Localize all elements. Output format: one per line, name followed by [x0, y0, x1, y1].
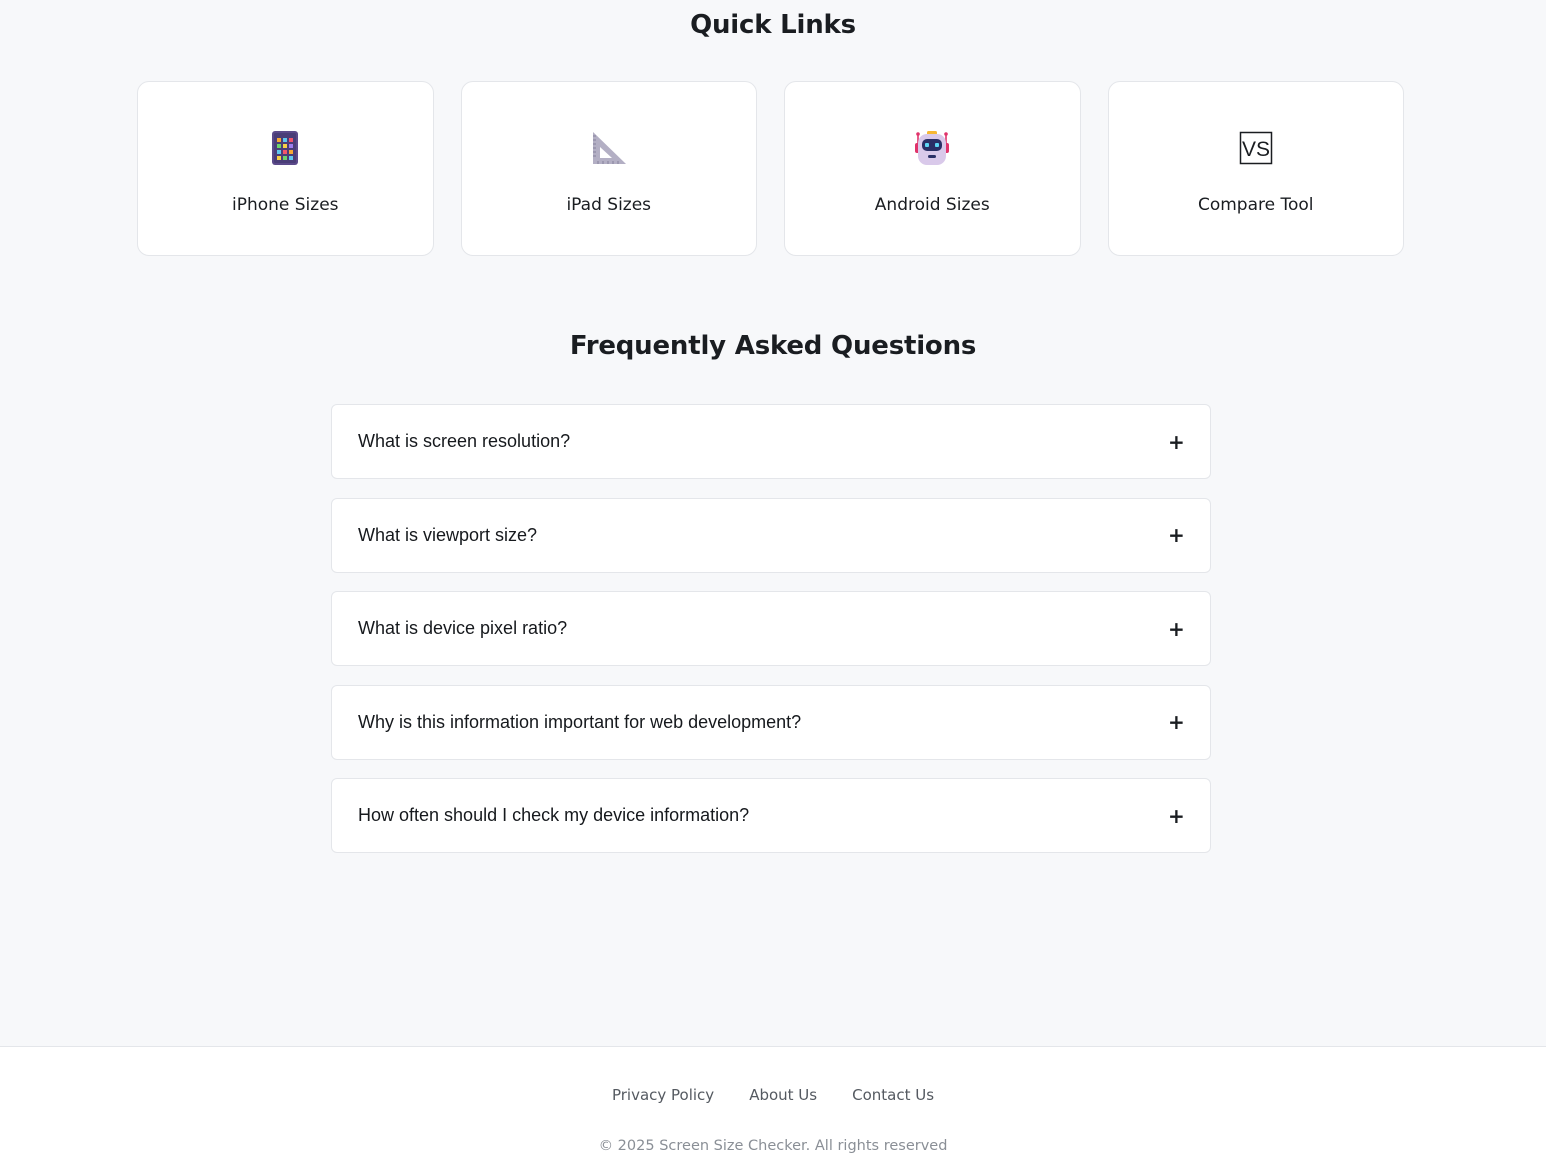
contact-us-link[interactable]: Contact Us — [852, 1086, 934, 1104]
faq-item[interactable]: What is screen resolution? + — [331, 404, 1211, 479]
faq-title: Frequently Asked Questions — [569, 331, 977, 361]
quick-link-label: iPad Sizes — [566, 195, 652, 215]
quick-link-compare-tool[interactable]: VS Compare Tool — [1107, 81, 1404, 256]
triangular-ruler-icon — [590, 129, 628, 167]
faq-question: What is screen resolution? — [358, 431, 571, 451]
footer-links: Privacy Policy About Us Contact Us — [0, 1086, 1546, 1104]
quick-link-label: iPhone Sizes — [231, 195, 339, 215]
quick-link-ipad-sizes[interactable]: iPad Sizes — [460, 81, 757, 256]
privacy-policy-link[interactable]: Privacy Policy — [612, 1086, 714, 1104]
faq-question: Why is this information important for we… — [358, 711, 802, 732]
main-content: Quick Links iPhone Sizes iPad Sizes Andr… — [0, 0, 1546, 1046]
site-footer: Privacy Policy About Us Contact Us © 202… — [0, 1046, 1546, 1176]
vs-icon: VS — [1237, 129, 1275, 167]
faq-question: How often should I check my device infor… — [358, 805, 750, 825]
faq-list: What is screen resolution? + What is vie… — [331, 404, 1211, 872]
quick-link-android-sizes[interactable]: Android Sizes — [784, 81, 1081, 256]
about-us-link[interactable]: About Us — [749, 1086, 817, 1104]
robot-icon — [913, 129, 951, 167]
faq-item[interactable]: What is device pixel ratio? + — [331, 591, 1211, 666]
quick-link-label: Compare Tool — [1197, 195, 1314, 215]
quick-links-title: Quick Links — [690, 10, 856, 40]
faq-question: What is viewport size? — [358, 524, 538, 545]
plus-icon[interactable]: + — [1168, 523, 1185, 547]
faq-item[interactable]: Why is this information important for we… — [331, 684, 1211, 760]
plus-icon[interactable]: + — [1168, 430, 1185, 454]
plus-icon[interactable]: + — [1168, 617, 1185, 641]
quick-link-iphone-sizes[interactable]: iPhone Sizes — [137, 81, 434, 256]
phone-apps-icon — [266, 129, 304, 167]
plus-icon[interactable]: + — [1168, 804, 1185, 828]
faq-question: What is device pixel ratio? — [358, 618, 568, 638]
plus-icon[interactable]: + — [1168, 710, 1185, 734]
svg-text:VS: VS — [1242, 138, 1270, 161]
faq-item[interactable]: How often should I check my device infor… — [331, 778, 1211, 853]
quick-link-label: Android Sizes — [874, 195, 990, 215]
copyright-text: © 2025 Screen Size Checker. All rights r… — [598, 1138, 948, 1154]
quick-links-grid: iPhone Sizes iPad Sizes Android Sizes VS… — [137, 81, 1404, 256]
faq-item[interactable]: What is viewport size? + — [331, 497, 1211, 573]
